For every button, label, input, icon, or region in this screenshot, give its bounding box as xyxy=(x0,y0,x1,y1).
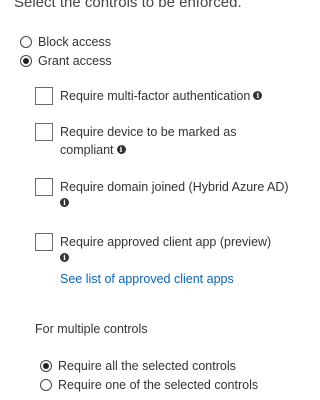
control-item-mfa: Require multi-factor authentication i xyxy=(60,87,295,105)
control-item-approved-app: Require approved client app (preview) i xyxy=(60,233,295,262)
checkbox-label-domain-joined: Require domain joined (Hybrid Azure AD) xyxy=(60,180,289,194)
checkbox-require-compliant-device[interactable] xyxy=(35,123,53,141)
radio-grant-access[interactable]: Grant access xyxy=(20,53,112,69)
checkbox-label-mfa: Require multi-factor authentication xyxy=(60,89,251,103)
radio-require-all[interactable]: Require all the selected controls xyxy=(40,358,236,374)
checkbox-label-compliant: Require device to be marked as compliant xyxy=(60,125,237,157)
info-icon[interactable]: i xyxy=(60,198,69,207)
info-icon[interactable]: i xyxy=(253,91,263,101)
checkbox-require-domain-joined[interactable] xyxy=(35,178,53,196)
radio-button-block-access[interactable] xyxy=(20,36,32,48)
control-item-compliant: Require device to be marked as compliant… xyxy=(60,123,260,159)
radio-button-require-one[interactable] xyxy=(40,379,52,391)
info-icon[interactable]: i xyxy=(116,145,126,155)
approved-apps-link[interactable]: See list of approved client apps xyxy=(60,271,234,287)
multiple-controls-label: For multiple controls xyxy=(35,322,148,336)
checkbox-require-approved-client-app[interactable] xyxy=(35,233,53,251)
radio-block-access[interactable]: Block access xyxy=(20,34,111,50)
info-icon[interactable]: i xyxy=(60,253,69,262)
radio-button-require-all[interactable] xyxy=(40,360,52,372)
radio-label-require-one: Require one of the selected controls xyxy=(58,378,259,392)
radio-button-grant-access[interactable] xyxy=(20,55,32,67)
radio-label-grant-access: Grant access xyxy=(38,54,112,68)
control-item-domain-joined: Require domain joined (Hybrid Azure AD) … xyxy=(60,178,295,207)
radio-require-one[interactable]: Require one of the selected controls xyxy=(40,377,258,393)
checkbox-require-mfa[interactable] xyxy=(35,87,53,105)
radio-label-block-access: Block access xyxy=(38,35,111,49)
radio-label-require-all: Require all the selected controls xyxy=(58,359,236,373)
page-heading: Select the controls to be enforced. xyxy=(14,0,242,11)
checkbox-label-approved-app: Require approved client app (preview) xyxy=(60,235,272,249)
